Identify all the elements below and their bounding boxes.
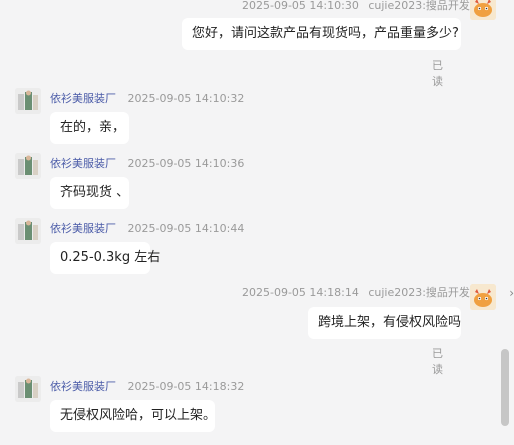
chevron-right-icon[interactable]: › — [509, 286, 514, 300]
message-meta: 依衫美服装厂 2025-09-05 14:10:36 — [50, 155, 244, 171]
shop-avatar-icon — [15, 153, 41, 179]
message-bubble[interactable]: 您好，请问这款产品有现货吗，产品重量多少? — [182, 18, 461, 50]
shop-avatar-icon — [15, 218, 41, 244]
avatar[interactable] — [15, 153, 41, 179]
read-status: 已读 — [432, 347, 443, 376]
message-meta: 依衫美服装厂 2025-09-05 14:10:44 — [50, 220, 244, 236]
message-sender[interactable]: 依衫美服装厂 — [50, 157, 116, 170]
message-bubble[interactable]: 在的，亲， — [50, 112, 129, 144]
shop-avatar-icon — [15, 88, 41, 114]
message-meta: 2025-09-05 14:10:30 cujie2023:搜品开发086 — [242, 0, 491, 13]
message-sender[interactable]: 依衫美服装厂 — [50, 380, 116, 393]
message-time: 2025-09-05 14:10:44 — [127, 222, 245, 235]
avatar[interactable] — [15, 88, 41, 114]
cartoon-avatar-icon — [470, 0, 496, 20]
read-status: 已读 — [432, 59, 443, 88]
shop-avatar-icon — [15, 376, 41, 402]
message-time: 2025-09-05 14:10:30 — [242, 0, 359, 12]
message-bubble[interactable]: 无侵权风险哈，可以上架。 — [50, 400, 216, 432]
message-bubble[interactable]: 齐码现货 、 — [50, 177, 129, 209]
avatar[interactable] — [470, 0, 496, 20]
avatar[interactable] — [15, 376, 41, 402]
message-time: 2025-09-05 14:10:32 — [127, 92, 245, 105]
message-time: 2025-09-05 14:18:14 — [242, 286, 359, 299]
message-sender[interactable]: 依衫美服装厂 — [50, 92, 116, 105]
avatar[interactable] — [470, 284, 496, 310]
message-meta: 依衫美服装厂 2025-09-05 14:18:32 — [50, 378, 244, 394]
message-meta: 2025-09-05 14:18:14 cujie2023:搜品开发086 — [242, 284, 491, 300]
cartoon-avatar-icon — [470, 284, 496, 310]
message-bubble[interactable]: 0.25-0.3kg 左右 — [50, 242, 160, 274]
message-meta: 依衫美服装厂 2025-09-05 14:10:32 — [50, 90, 244, 106]
message-time: 2025-09-05 14:18:32 — [127, 380, 245, 393]
message-bubble[interactable]: 跨境上架，有侵权风险吗 — [308, 307, 461, 339]
message-sender[interactable]: 依衫美服装厂 — [50, 222, 116, 235]
scrollbar-thumb[interactable] — [501, 349, 509, 426]
message-time: 2025-09-05 14:10:36 — [127, 157, 245, 170]
avatar[interactable] — [15, 218, 41, 244]
